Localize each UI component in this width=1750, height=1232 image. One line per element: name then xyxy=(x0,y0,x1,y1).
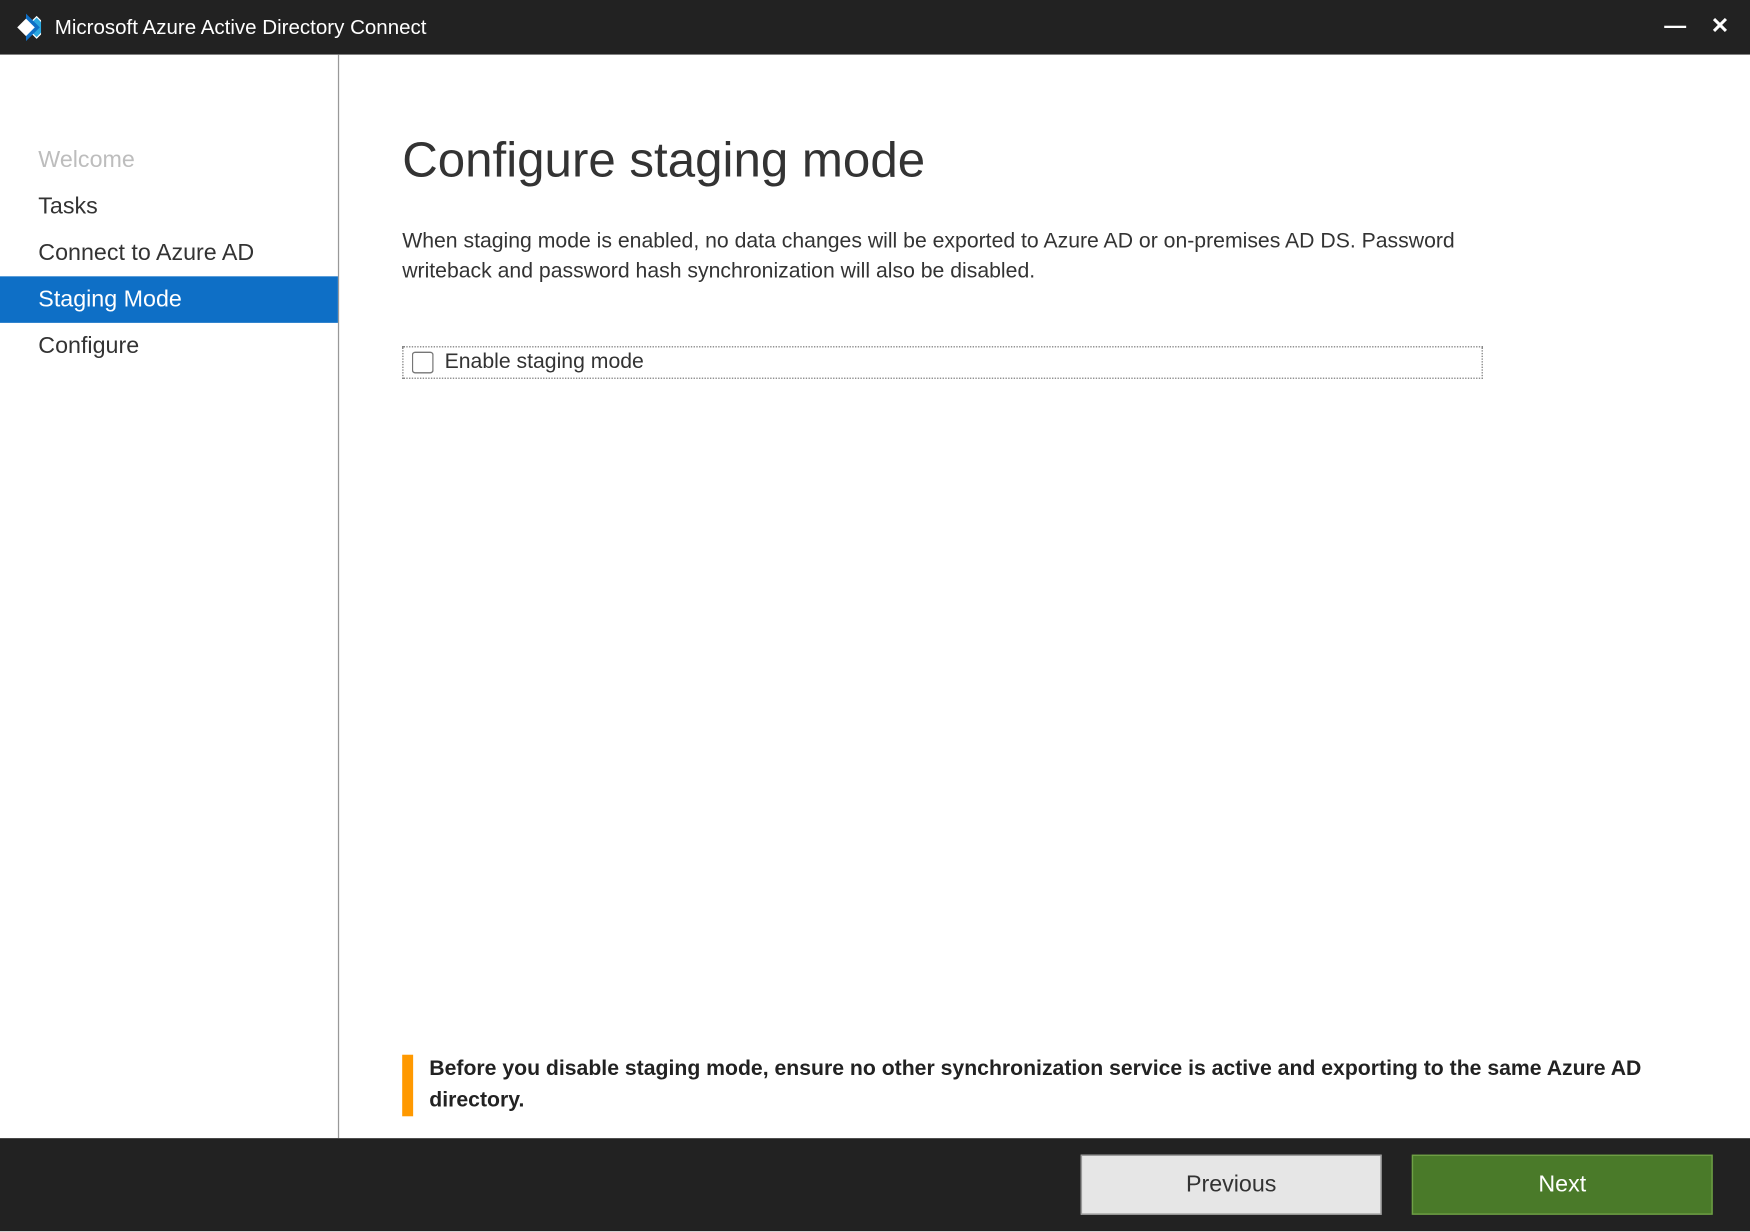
enable-staging-mode-label: Enable staging mode xyxy=(445,350,644,375)
page-description: When staging mode is enabled, no data ch… xyxy=(402,227,1496,288)
warning-banner: Before you disable staging mode, ensure … xyxy=(402,1055,1710,1116)
sidebar: Welcome Tasks Connect to Azure AD Stagin… xyxy=(0,55,339,1138)
sidebar-item-tasks[interactable]: Tasks xyxy=(0,183,338,230)
sidebar-item-staging-mode[interactable]: Staging Mode xyxy=(0,276,338,323)
previous-button[interactable]: Previous xyxy=(1081,1155,1382,1215)
next-button[interactable]: Next xyxy=(1412,1155,1713,1215)
body: Welcome Tasks Connect to Azure AD Stagin… xyxy=(0,55,1750,1138)
title-bar: Microsoft Azure Active Directory Connect… xyxy=(0,0,1750,55)
app-title: Microsoft Azure Active Directory Connect xyxy=(55,16,1665,39)
main-panel: Configure staging mode When staging mode… xyxy=(339,55,1750,1138)
minimize-icon[interactable]: — xyxy=(1664,16,1686,38)
sidebar-item-configure[interactable]: Configure xyxy=(0,323,338,370)
enable-staging-mode-checkbox[interactable] xyxy=(412,351,434,373)
sidebar-item-connect-azure-ad[interactable]: Connect to Azure AD xyxy=(0,230,338,277)
enable-staging-mode-row[interactable]: Enable staging mode xyxy=(402,346,1483,379)
page-title: Configure staging mode xyxy=(402,131,1674,188)
warning-accent xyxy=(402,1055,413,1116)
sidebar-item-welcome[interactable]: Welcome xyxy=(0,137,338,184)
close-icon[interactable]: ✕ xyxy=(1711,16,1729,38)
azure-icon xyxy=(11,12,41,42)
warning-text: Before you disable staging mode, ensure … xyxy=(429,1055,1710,1116)
footer: Previous Next xyxy=(0,1138,1750,1231)
